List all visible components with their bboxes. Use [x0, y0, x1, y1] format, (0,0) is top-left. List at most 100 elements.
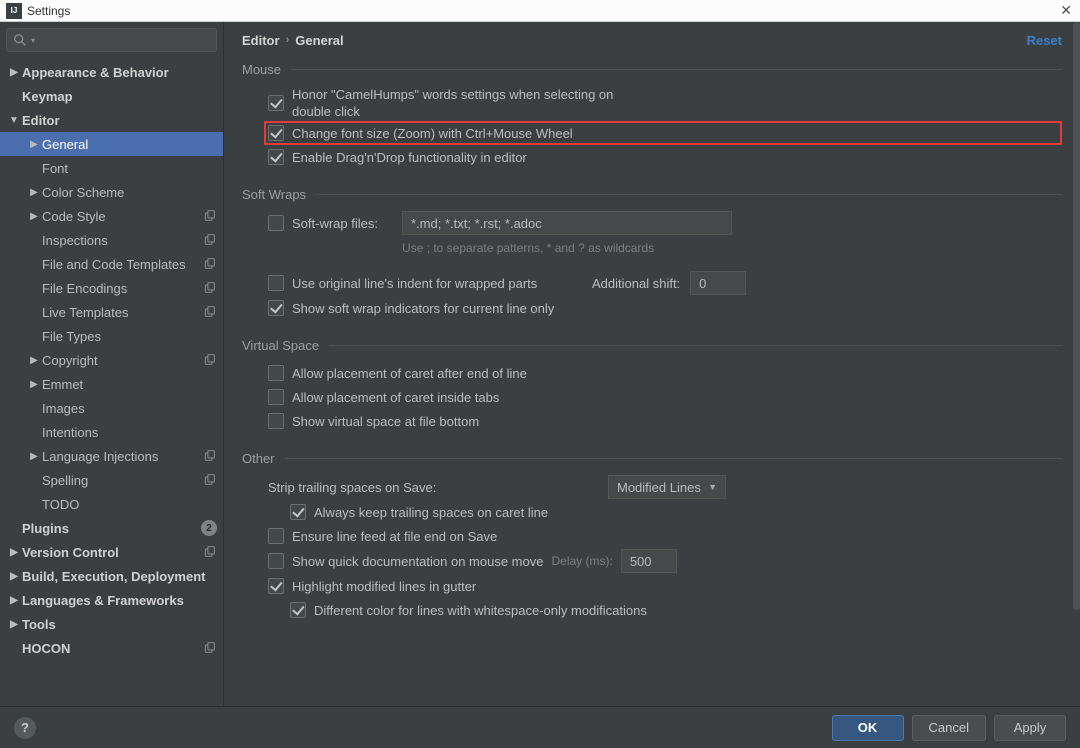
- reset-link[interactable]: Reset: [1027, 33, 1062, 48]
- option-label: Allow placement of caret after end of li…: [292, 366, 527, 381]
- sidebar-item-label: Plugins: [22, 521, 201, 536]
- sidebar-item-label: Inspections: [42, 233, 203, 248]
- close-icon[interactable]: ✕: [1060, 2, 1072, 19]
- sidebar-item-emmet[interactable]: ▶Emmet: [0, 372, 223, 396]
- sidebar-item-copyright[interactable]: ▶Copyright: [0, 348, 223, 372]
- section-mouse-label: Mouse: [242, 62, 281, 77]
- option-show-softwrap-indicators[interactable]: Show soft wrap indicators for current li…: [268, 296, 1062, 320]
- sidebar-item-label: Code Style: [42, 209, 203, 224]
- sidebar-item-plugins[interactable]: ▶Plugins2: [0, 516, 223, 540]
- search-input[interactable]: ▾: [6, 28, 217, 52]
- sidebar-item-build-execution-deployment[interactable]: ▶Build, Execution, Deployment: [0, 564, 223, 588]
- option-label: Show quick documentation on mouse move: [292, 554, 543, 569]
- sidebar-item-file-and-code-templates[interactable]: ▶File and Code Templates: [0, 252, 223, 276]
- sidebar-item-version-control[interactable]: ▶Version Control: [0, 540, 223, 564]
- scope-icon: [203, 353, 217, 367]
- sidebar-item-label: Editor: [22, 113, 217, 128]
- ok-button[interactable]: OK: [832, 715, 904, 741]
- section-softwraps: Soft Wraps: [242, 187, 1062, 202]
- sidebar-item-label: Languages & Frameworks: [22, 593, 217, 608]
- sidebar-item-spelling[interactable]: ▶Spelling: [0, 468, 223, 492]
- sidebar-item-hocon[interactable]: ▶HOCON: [0, 636, 223, 660]
- option-highlight-modified[interactable]: Highlight modified lines in gutter: [268, 574, 1062, 598]
- checkbox[interactable]: [268, 275, 284, 291]
- section-virtual-space: Virtual Space: [242, 338, 1062, 353]
- softwrap-files-input[interactable]: [402, 211, 732, 235]
- option-label: Enable Drag'n'Drop functionality in edit…: [292, 150, 527, 165]
- scope-icon: [203, 473, 217, 487]
- sidebar-item-intentions[interactable]: ▶Intentions: [0, 420, 223, 444]
- help-button[interactable]: ?: [14, 717, 36, 739]
- apply-button[interactable]: Apply: [994, 715, 1066, 741]
- checkbox[interactable]: [268, 578, 284, 594]
- checkbox[interactable]: [268, 95, 284, 111]
- chevron-right-icon: ▶: [8, 619, 20, 630]
- checkbox[interactable]: [268, 215, 284, 231]
- cancel-button[interactable]: Cancel: [912, 715, 986, 741]
- scope-icon: [203, 449, 217, 463]
- sidebar-item-todo[interactable]: ▶TODO: [0, 492, 223, 516]
- option-change-font-size[interactable]: Change font size (Zoom) with Ctrl+Mouse …: [264, 121, 1062, 145]
- option-caret-eol[interactable]: Allow placement of caret after end of li…: [268, 361, 1062, 385]
- option-virtual-bottom[interactable]: Show virtual space at file bottom: [268, 409, 1062, 433]
- settings-scroll-area: Mouse Honor "CamelHumps" words settings …: [224, 58, 1080, 706]
- sidebar-item-label: Copyright: [42, 353, 203, 368]
- sidebar-item-language-injections[interactable]: ▶Language Injections: [0, 444, 223, 468]
- option-enable-dnd[interactable]: Enable Drag'n'Drop functionality in edit…: [268, 145, 1062, 169]
- sidebar-item-appearance-behavior[interactable]: ▶Appearance & Behavior: [0, 60, 223, 84]
- breadcrumb-separator-icon: ›: [286, 34, 290, 46]
- sidebar-item-label: Font: [42, 161, 217, 176]
- scope-icon: [203, 545, 217, 559]
- sidebar-item-font[interactable]: ▶Font: [0, 156, 223, 180]
- option-softwrap-files[interactable]: Soft-wrap files:: [268, 210, 1062, 236]
- checkbox[interactable]: [268, 553, 284, 569]
- sidebar-item-color-scheme[interactable]: ▶Color Scheme: [0, 180, 223, 204]
- sidebar-item-file-types[interactable]: ▶File Types: [0, 324, 223, 348]
- option-label: Change font size (Zoom) with Ctrl+Mouse …: [292, 126, 573, 141]
- checkbox[interactable]: [268, 300, 284, 316]
- sidebar-item-general[interactable]: ▶General: [0, 132, 223, 156]
- option-caret-tabs[interactable]: Allow placement of caret inside tabs: [268, 385, 1062, 409]
- option-diff-whitespace[interactable]: Different color for lines with whitespac…: [290, 598, 1062, 622]
- section-mouse: Mouse: [242, 62, 1062, 77]
- scope-icon: [203, 257, 217, 271]
- additional-shift-input[interactable]: [690, 271, 746, 295]
- window-title: Settings: [27, 4, 70, 18]
- checkbox[interactable]: [268, 149, 284, 165]
- option-ensure-lf[interactable]: Ensure line feed at file end on Save: [268, 524, 1062, 548]
- option-use-original-indent[interactable]: Use original line's indent for wrapped p…: [268, 270, 1062, 296]
- checkbox[interactable]: [268, 365, 284, 381]
- option-quick-doc[interactable]: Show quick documentation on mouse move D…: [268, 548, 1062, 574]
- sidebar-item-label: HOCON: [22, 641, 203, 656]
- checkbox[interactable]: [290, 602, 306, 618]
- settings-content: Editor › General Reset Mouse Honor "Came…: [224, 22, 1080, 706]
- checkbox[interactable]: [268, 528, 284, 544]
- sidebar-item-label: File Types: [42, 329, 217, 344]
- sidebar-item-label: Keymap: [22, 89, 217, 104]
- sidebar-item-code-style[interactable]: ▶Code Style: [0, 204, 223, 228]
- content-scrollbar[interactable]: [1073, 22, 1080, 706]
- sidebar-item-languages-frameworks[interactable]: ▶Languages & Frameworks: [0, 588, 223, 612]
- checkbox[interactable]: [268, 413, 284, 429]
- chevron-down-icon: ▼: [8, 115, 20, 126]
- sidebar-item-editor[interactable]: ▼Editor: [0, 108, 223, 132]
- checkbox[interactable]: [290, 504, 306, 520]
- sidebar-item-label: Emmet: [42, 377, 217, 392]
- delay-input[interactable]: [621, 549, 677, 573]
- checkbox[interactable]: [268, 389, 284, 405]
- option-keep-trailing-caret[interactable]: Always keep trailing spaces on caret lin…: [290, 500, 1062, 524]
- sidebar-item-live-templates[interactable]: ▶Live Templates: [0, 300, 223, 324]
- sidebar-item-inspections[interactable]: ▶Inspections: [0, 228, 223, 252]
- option-honor-camelhumps[interactable]: Honor "CamelHumps" words settings when s…: [268, 85, 1062, 121]
- sidebar-item-file-encodings[interactable]: ▶File Encodings: [0, 276, 223, 300]
- sidebar-item-keymap[interactable]: ▶Keymap: [0, 84, 223, 108]
- checkbox[interactable]: [268, 125, 284, 141]
- sidebar-item-label: File and Code Templates: [42, 257, 203, 272]
- sidebar-item-images[interactable]: ▶Images: [0, 396, 223, 420]
- chevron-right-icon: ▶: [28, 211, 40, 222]
- sidebar-item-tools[interactable]: ▶Tools: [0, 612, 223, 636]
- sidebar-item-label: File Encodings: [42, 281, 203, 296]
- breadcrumb-root[interactable]: Editor: [242, 33, 280, 48]
- chevron-right-icon: ▶: [8, 595, 20, 606]
- strip-trailing-dropdown[interactable]: Modified Lines ▼: [608, 475, 726, 499]
